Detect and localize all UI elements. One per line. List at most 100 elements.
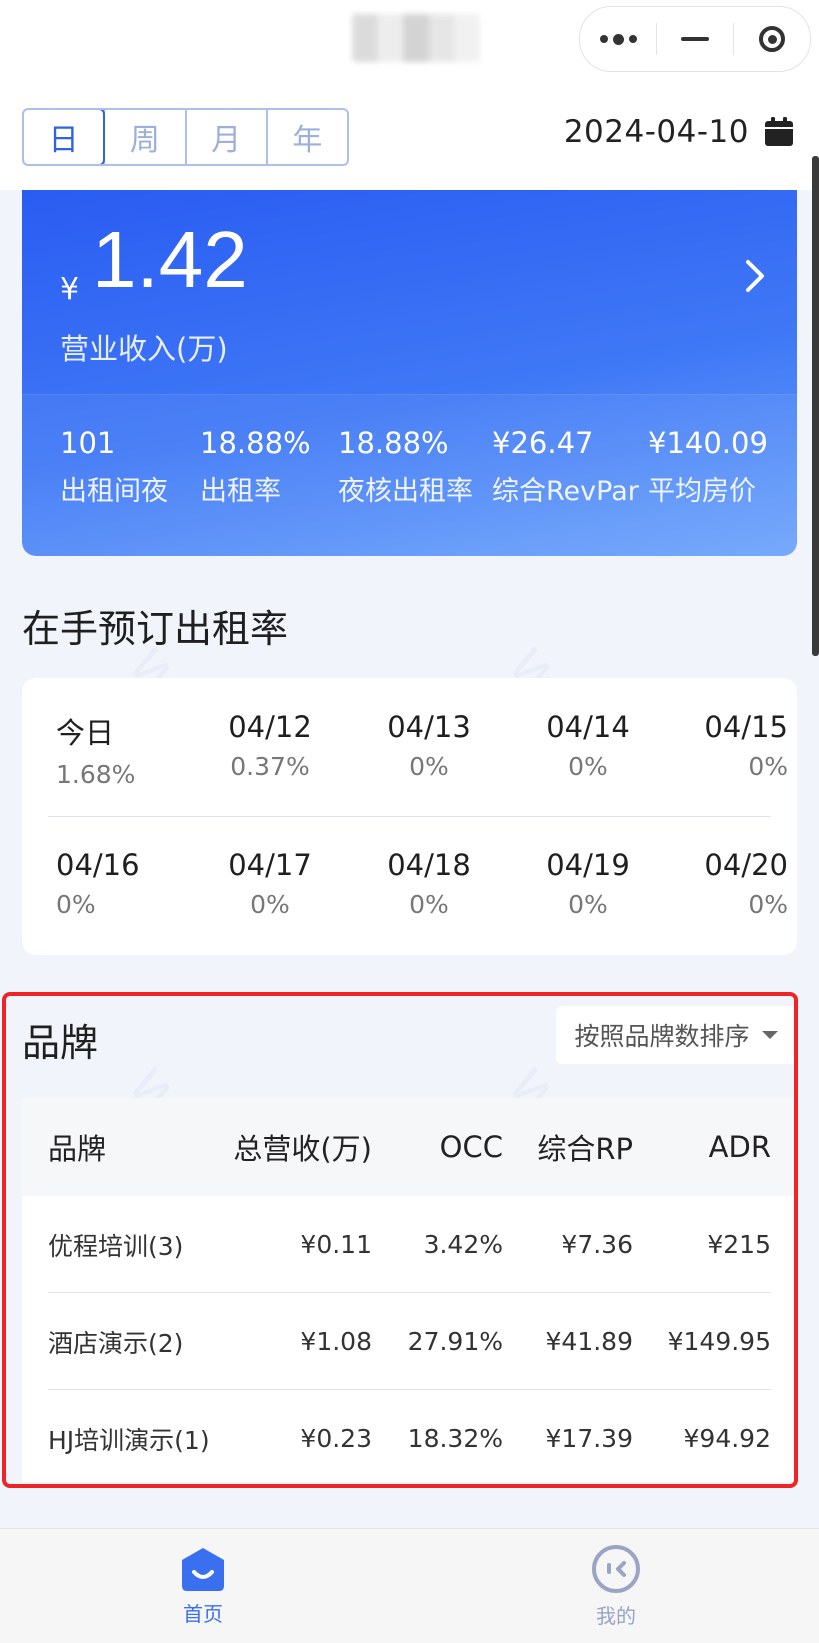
- metric-occupancy: 18.88% 出租率: [200, 426, 311, 508]
- metric-revpar: ¥26.47 综合RevPar: [492, 426, 639, 508]
- cell-brand: 优程培训(3): [48, 1231, 184, 1261]
- chevron-right-icon[interactable]: [735, 256, 775, 296]
- occupancy-rate: 0%: [409, 752, 449, 781]
- occupancy-rate: 0%: [568, 752, 608, 781]
- occupancy-day: 04/12 0.37%: [210, 710, 330, 781]
- occupancy-rate: 0.37%: [230, 752, 310, 781]
- cell-occ: 18.32%: [407, 1424, 503, 1453]
- occupancy-rate: 0%: [409, 890, 449, 919]
- revenue-value: 1.42: [92, 215, 248, 304]
- cell-revenue: ¥1.08: [300, 1327, 372, 1356]
- occupancy-divider: [48, 816, 771, 817]
- metric-night-audit-occupancy: 18.88% 夜核出租率: [338, 426, 473, 508]
- metric-value: 101: [60, 426, 116, 460]
- occupancy-date: 04/12: [228, 710, 312, 744]
- metric-label: 平均房价: [648, 475, 756, 507]
- cell-brand: 酒店演示(2): [48, 1328, 184, 1358]
- column-header-revenue[interactable]: 总营收(万): [233, 1098, 372, 1196]
- metric-value: 18.88%: [338, 426, 449, 460]
- brand-sort-label: 按照品牌数排序: [574, 1022, 750, 1051]
- currency-symbol: ¥: [60, 272, 80, 307]
- occupancy-day: 04/16 0%: [56, 848, 176, 919]
- tab-month[interactable]: 月: [184, 110, 266, 164]
- metric-value: ¥140.09: [648, 426, 768, 460]
- top-bar: 日 周 月 年 2024-04-10: [0, 0, 819, 190]
- close-miniprogram-button[interactable]: [734, 7, 810, 71]
- occupancy-rate: 0%: [56, 890, 96, 919]
- cell-revenue: ¥0.11: [300, 1230, 372, 1259]
- minimize-icon: [681, 37, 709, 41]
- miniprogram-capsule: [579, 6, 811, 72]
- cell-adr: ¥149.95: [667, 1327, 771, 1356]
- occupancy-date: 04/18: [387, 848, 471, 882]
- caret-down-icon: [761, 1031, 778, 1039]
- profile-face-icon: [592, 1544, 640, 1593]
- blurred-app-title: [352, 14, 480, 62]
- metric-label: 出租间夜: [60, 475, 168, 507]
- cell-occ: 3.42%: [423, 1230, 503, 1259]
- occupancy-day: 04/18 0%: [369, 848, 489, 919]
- occupancy-day: 04/17 0%: [210, 848, 330, 919]
- selected-date: 2024-04-10: [563, 114, 749, 150]
- occupancy-day: 今日 1.68%: [56, 710, 176, 789]
- occupancy-day: 04/13 0%: [369, 710, 489, 781]
- period-selector: 日 周 月 年: [22, 108, 349, 166]
- occupancy-date: 04/15: [704, 710, 788, 744]
- revenue-card[interactable]: ¥ 1.42 营业收入(万) 101 出租间夜 18.88% 出租率 18.88…: [22, 190, 797, 556]
- brand-sort-dropdown[interactable]: 按照品牌数排序: [556, 1006, 796, 1064]
- tab-year[interactable]: 年: [265, 110, 347, 164]
- occupancy-forecast-card: 今日 1.68% 04/12 0.37% 04/13 0% 04/14 0% 0…: [22, 678, 797, 955]
- cell-revenue: ¥0.23: [300, 1424, 372, 1453]
- tab-home[interactable]: 首页: [103, 1529, 303, 1643]
- more-button[interactable]: [580, 7, 656, 71]
- occupancy-day: 04/15 0%: [668, 710, 788, 781]
- date-picker[interactable]: 2024-04-10: [564, 108, 795, 156]
- occupancy-day: 04/14 0%: [528, 710, 648, 781]
- metric-room-nights: 101 出租间夜: [60, 426, 168, 508]
- calendar-icon: [765, 117, 793, 146]
- metric-label: 夜核出租率: [338, 475, 473, 507]
- cell-occ: 27.91%: [407, 1327, 503, 1356]
- cell-revpar: ¥17.39: [545, 1424, 633, 1453]
- table-row[interactable]: HJ培训演示(1) ¥0.23 18.32% ¥17.39 ¥94.92: [22, 1390, 797, 1487]
- occupancy-rate: 0%: [748, 752, 788, 781]
- cell-revpar: ¥41.89: [545, 1327, 633, 1356]
- table-header-row: 品牌 总营收(万) OCC 综合RP ADR: [22, 1098, 797, 1196]
- column-header-adr[interactable]: ADR: [709, 1098, 771, 1196]
- scrollbar[interactable]: [812, 156, 819, 656]
- target-circle-icon: [759, 26, 785, 52]
- tab-day[interactable]: 日: [24, 110, 106, 164]
- occupancy-day: 04/19 0%: [528, 848, 648, 919]
- tab-home-label: 首页: [183, 1601, 223, 1626]
- table-row[interactable]: 酒店演示(2) ¥1.08 27.91% ¥41.89 ¥149.95: [22, 1293, 797, 1390]
- occupancy-date: 04/14: [546, 710, 630, 744]
- column-header-brand[interactable]: 品牌: [48, 1098, 106, 1196]
- occupancy-rate: 0%: [748, 890, 788, 919]
- cell-adr: ¥94.92: [683, 1424, 771, 1453]
- minimize-button[interactable]: [657, 7, 733, 71]
- tab-mine[interactable]: 我的: [516, 1529, 716, 1643]
- brand-table: 品牌 总营收(万) OCC 综合RP ADR 优程培训(3) ¥0.11 3.4…: [22, 1098, 797, 1482]
- occupancy-day: 04/20 0%: [668, 848, 788, 919]
- occupancy-date: 04/20: [704, 848, 788, 882]
- metric-label: 综合RevPar: [492, 475, 639, 507]
- tab-mine-label: 我的: [596, 1603, 636, 1628]
- occupancy-section-title: 在手预订出租率: [22, 607, 289, 651]
- metric-value: 18.88%: [200, 426, 311, 460]
- occupancy-rate: 0%: [250, 890, 290, 919]
- occupancy-date: 今日: [56, 716, 115, 750]
- brand-section-title: 品牌: [22, 1021, 99, 1065]
- occupancy-date: 04/19: [546, 848, 630, 882]
- cell-revpar: ¥7.36: [561, 1230, 633, 1259]
- more-dots-icon: [599, 33, 637, 45]
- occupancy-date: 04/16: [56, 848, 140, 882]
- occupancy-rate: 0%: [568, 890, 608, 919]
- tab-week[interactable]: 周: [103, 110, 184, 164]
- table-row[interactable]: 优程培训(3) ¥0.11 3.42% ¥7.36 ¥215: [22, 1196, 797, 1293]
- metric-label: 出租率: [200, 475, 281, 507]
- column-header-occ[interactable]: OCC: [440, 1098, 503, 1196]
- column-header-revpar[interactable]: 综合RP: [537, 1098, 633, 1196]
- cell-brand: HJ培训演示(1): [48, 1425, 210, 1455]
- occupancy-date: 04/13: [387, 710, 471, 744]
- metric-adr: ¥140.09 平均房价: [648, 426, 768, 508]
